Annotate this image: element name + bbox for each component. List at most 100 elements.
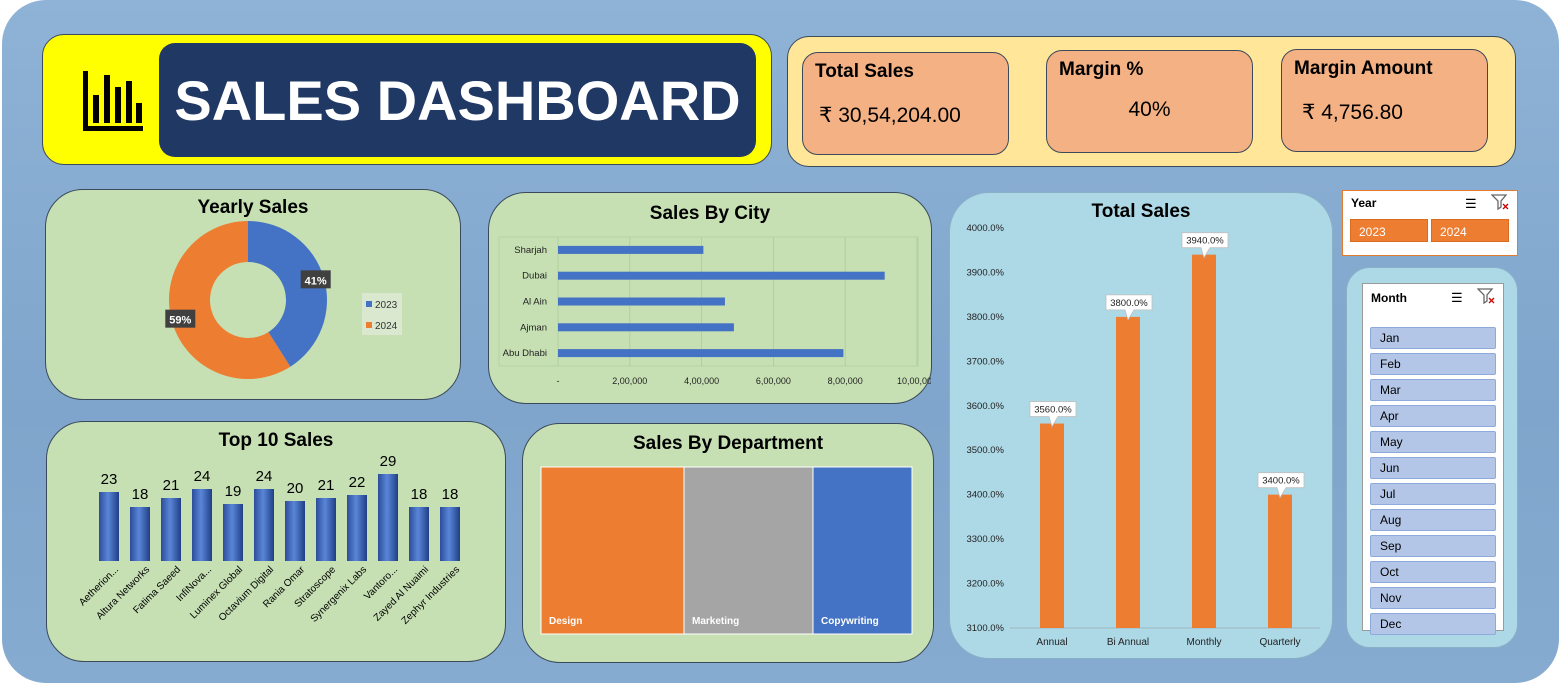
month-option-apr[interactable]: Apr	[1370, 405, 1496, 427]
bar-quarterly	[1268, 494, 1292, 628]
block-copywriting	[812, 466, 913, 635]
title-box: SALES DASHBOARD	[159, 43, 756, 157]
month-option-feb[interactable]: Feb	[1370, 353, 1496, 375]
month-option-may[interactable]: May	[1370, 431, 1496, 453]
y-tick-label: 3200.0%	[966, 579, 1004, 590]
data-label: 21	[163, 477, 180, 494]
margin-pct-card: Margin % 40%	[1046, 50, 1253, 153]
x-tick-label: -	[557, 376, 560, 386]
clear-filter-icon[interactable]	[1490, 194, 1509, 215]
x-tick-label: Monthly	[1186, 637, 1221, 648]
multi-select-icon[interactable]: ☰	[1451, 290, 1463, 306]
y-tick-label: Ajman	[520, 322, 547, 333]
year-option-2024[interactable]: 2024	[1431, 219, 1509, 242]
bar-3	[161, 498, 181, 561]
x-tick-label: Zayed Al Nuaimi	[372, 564, 431, 623]
data-label: 3800.0%	[1110, 298, 1148, 309]
total-sales-panel: Total Sales 3100.0% 3200.0% 3300.0% 3400.0%…	[949, 192, 1333, 659]
y-tick-label: Abu Dhabi	[503, 348, 547, 359]
top10-chart: 23Aetherion...18Altura Networks21Fatima …	[77, 453, 462, 627]
y-tick-label: Dubai	[522, 271, 547, 282]
x-tick-label: Quarterly	[1259, 637, 1300, 648]
x-tick-label: 2,00,000	[612, 376, 647, 386]
month-option-jul[interactable]: Jul	[1370, 483, 1496, 505]
data-label: 3940.0%	[1186, 236, 1224, 247]
yearly-sales-panel: Yearly Sales 41% 59% 2023 2024	[45, 189, 461, 400]
bar-annual	[1040, 423, 1064, 628]
bar-monthly	[1192, 254, 1216, 628]
legend-swatch-2024	[366, 322, 372, 328]
bar-4	[192, 489, 212, 561]
bar-11	[409, 507, 429, 561]
data-label: 18	[132, 486, 149, 503]
block-marketing	[683, 466, 814, 635]
bar-7	[285, 501, 305, 561]
total-sales-label: Total Sales	[815, 61, 914, 82]
y-tick-label: 4000.0%	[966, 223, 1004, 234]
x-tick-label: 4,00,000	[684, 376, 719, 386]
block-label: Marketing	[692, 616, 739, 627]
department-chart: Design Marketing Copywriting	[540, 466, 913, 635]
data-label: 20	[287, 480, 304, 497]
total-sales-value: ₹ 30,54,204.00	[819, 104, 961, 127]
x-tick-label: Altura Networks	[94, 564, 152, 622]
year-option-2023[interactable]: 2023	[1350, 219, 1428, 242]
block-design	[540, 466, 685, 635]
data-label: 18	[442, 486, 459, 503]
department-panel: Sales By Department Design Marketing Copyw…	[522, 423, 934, 663]
legend-swatch-2023	[366, 301, 372, 307]
block-label: Design	[549, 616, 582, 627]
month-slicer[interactable]: Month ☰ Jan Feb Mar Apr May Jun Jul Aug Sep Oct No…	[1362, 283, 1504, 635]
block-label: Copywriting	[821, 616, 879, 627]
total-sales-card: Total Sales ₹ 30,54,204.00	[802, 52, 1009, 155]
bar-abu-dhabi	[558, 349, 844, 358]
month-option-jun[interactable]: Jun	[1370, 457, 1496, 479]
year-slicer-title: Year	[1351, 196, 1377, 210]
month-option-oct[interactable]: Oct	[1370, 561, 1496, 583]
multi-select-icon[interactable]: ☰	[1465, 196, 1477, 212]
month-option-nov[interactable]: Nov	[1370, 587, 1496, 609]
city-sales-chart: - 2,00,000 4,00,000 6,00,000 8,00,000 10,00,0…	[498, 236, 931, 386]
data-label: 24	[194, 468, 211, 485]
bar-al-ain	[558, 297, 725, 306]
month-option-aug[interactable]: Aug	[1370, 509, 1496, 531]
yearly-sales-chart: 41% 59% 2023 2024	[165, 221, 402, 379]
clear-filter-icon[interactable]	[1476, 288, 1495, 309]
y-tick-label: 3700.0%	[966, 356, 1004, 367]
y-tick-label: Al Ain	[523, 297, 547, 308]
total-sales-chart: 3100.0% 3200.0% 3300.0% 3400.0% 3500.0% 3600.…	[966, 223, 1320, 648]
month-option-mar[interactable]: Mar	[1370, 379, 1496, 401]
y-tick-label: 3300.0%	[966, 534, 1004, 545]
y-tick-label: 3600.0%	[966, 401, 1004, 412]
data-label: 29	[380, 453, 397, 470]
bar-12	[440, 507, 460, 561]
bar-9	[347, 495, 367, 561]
month-option-dec[interactable]: Dec	[1370, 613, 1496, 635]
bar-6	[254, 489, 274, 561]
page-title: SALES DASHBOARD	[174, 69, 741, 132]
y-tick-label: 3500.0%	[966, 445, 1004, 456]
month-slicer-title: Month	[1371, 291, 1407, 305]
margin-amount-label: Margin Amount	[1294, 58, 1433, 79]
x-tick-label: Annual	[1036, 637, 1067, 648]
data-label: 19	[225, 483, 242, 500]
x-tick-label: Bi Annual	[1107, 637, 1149, 648]
month-option-jan[interactable]: Jan	[1370, 327, 1496, 349]
data-label: 21	[318, 477, 335, 494]
margin-pct-label: Margin %	[1059, 59, 1144, 80]
data-label: 22	[349, 474, 366, 491]
top10-panel: Top 10 Sales 23 Aetherion... 18 Altura Netw…	[46, 421, 506, 662]
kpi-panel: Total Sales ₹ 30,54,204.00 Margin % 40% …	[787, 36, 1516, 167]
bar-10	[378, 474, 398, 561]
x-tick-label: Zephyr Industries	[400, 564, 462, 626]
month-option-sep[interactable]: Sep	[1370, 535, 1496, 557]
bar-ajman	[558, 323, 734, 332]
data-label: 59%	[169, 315, 191, 327]
margin-amount-card: Margin Amount ₹ 4,756.80	[1281, 49, 1488, 152]
data-label: 18	[411, 486, 428, 503]
bar-dubai	[558, 271, 885, 280]
bar-2	[130, 507, 150, 561]
margin-pct-value: 40%	[1128, 98, 1171, 121]
x-tick-label: 6,00,000	[756, 376, 791, 386]
year-slicer[interactable]: Year ☰ 2023 2024	[1342, 190, 1518, 256]
